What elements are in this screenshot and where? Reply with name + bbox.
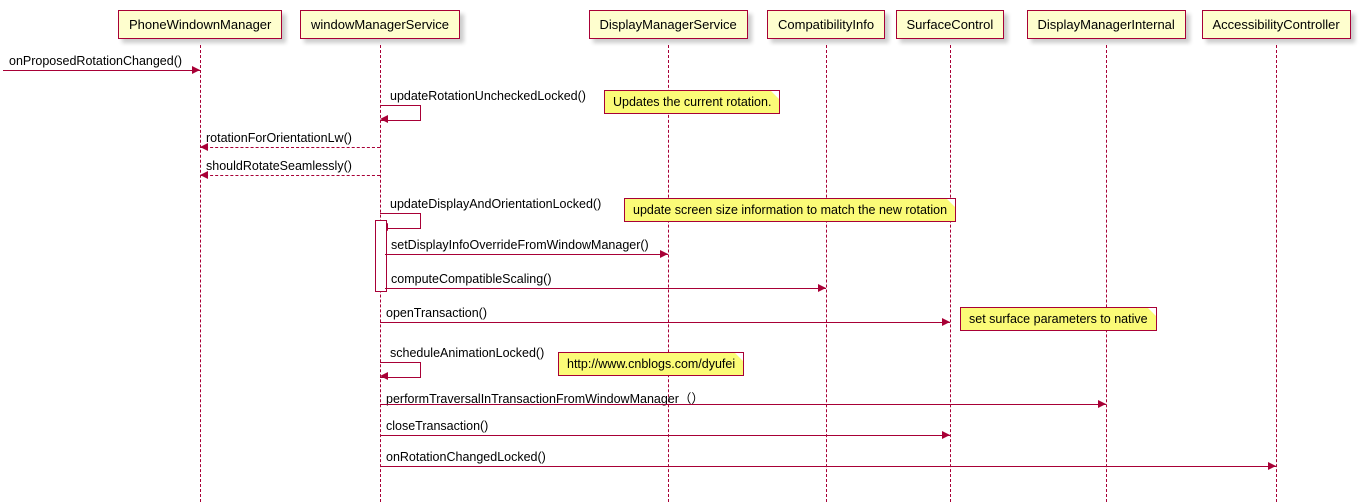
- msg-onProposedRotationChanged: [3, 70, 200, 71]
- msg-onProposedRotationChanged-head: [192, 66, 200, 74]
- participant-p5: SurfaceControl: [896, 10, 1005, 39]
- msg-shouldRotateSeamlessly-head: [200, 171, 208, 179]
- msg-updateRotationUncheckedLocked-head: [380, 115, 388, 123]
- lifeline-p1: [200, 45, 201, 502]
- note-updates-current-rotation: Updates the current rotation.: [604, 90, 780, 114]
- participant-p3: DisplayManagerService: [589, 10, 748, 39]
- msg-computeCompatibleScaling-head: [818, 284, 826, 292]
- lifeline-p5: [950, 45, 951, 502]
- msg-updateDisplayAndOrientationLocked-label: updateDisplayAndOrientationLocked(): [390, 197, 601, 211]
- msg-scheduleAnimationLocked-label: scheduleAnimationLocked(): [390, 346, 544, 360]
- msg-closeTransaction: [380, 435, 950, 436]
- note-url: http://www.cnblogs.com/dyufei: [558, 352, 744, 376]
- msg-rotationForOrientationLw-label: rotationForOrientationLw(): [206, 131, 352, 145]
- msg-setDisplayInfoOverride: [385, 254, 668, 255]
- msg-openTransaction-label: openTransaction(): [386, 306, 487, 320]
- participant-p6: DisplayManagerInternal: [1027, 10, 1186, 39]
- msg-updateRotationUncheckedLocked-label: updateRotationUncheckedLocked(): [390, 89, 586, 103]
- msg-onProposedRotationChanged-label: onProposedRotationChanged(): [9, 54, 182, 68]
- msg-setDisplayInfoOverride-head: [660, 250, 668, 258]
- activation-wms: [375, 220, 387, 292]
- msg-computeCompatibleScaling-label: computeCompatibleScaling(): [391, 272, 552, 286]
- participant-p2: windowManagerService: [300, 10, 460, 39]
- msg-setDisplayInfoOverride-label: setDisplayInfoOverrideFromWindowManager(…: [391, 238, 649, 252]
- msg-rotationForOrientationLw: [200, 147, 380, 148]
- msg-onRotationChangedLocked-head: [1268, 462, 1276, 470]
- msg-shouldRotateSeamlessly-label: shouldRotateSeamlessly(): [206, 159, 352, 173]
- lifeline-p7: [1276, 45, 1277, 502]
- lifeline-p6: [1106, 45, 1107, 502]
- msg-rotationForOrientationLw-head: [200, 143, 208, 151]
- participant-p1: PhoneWindownManager: [118, 10, 282, 39]
- msg-shouldRotateSeamlessly: [200, 175, 380, 176]
- note-update-screen-size: update screen size information to match …: [624, 198, 956, 222]
- msg-closeTransaction-head: [942, 431, 950, 439]
- msg-performTraversal: [380, 404, 1106, 405]
- lifeline-p4: [826, 45, 827, 502]
- msg-openTransaction: [380, 322, 950, 323]
- msg-scheduleAnimationLocked-head: [380, 372, 388, 380]
- msg-computeCompatibleScaling: [385, 288, 826, 289]
- participant-p4: CompatibilityInfo: [767, 10, 885, 39]
- msg-onRotationChangedLocked: [380, 466, 1276, 467]
- msg-openTransaction-head: [942, 318, 950, 326]
- msg-onRotationChangedLocked-label: onRotationChangedLocked(): [386, 450, 546, 464]
- msg-closeTransaction-label: closeTransaction(): [386, 419, 488, 433]
- participant-p7: AccessibilityController: [1202, 10, 1351, 39]
- note-set-surface-parameters: set surface parameters to native: [960, 307, 1157, 331]
- msg-performTraversal-head: [1098, 400, 1106, 408]
